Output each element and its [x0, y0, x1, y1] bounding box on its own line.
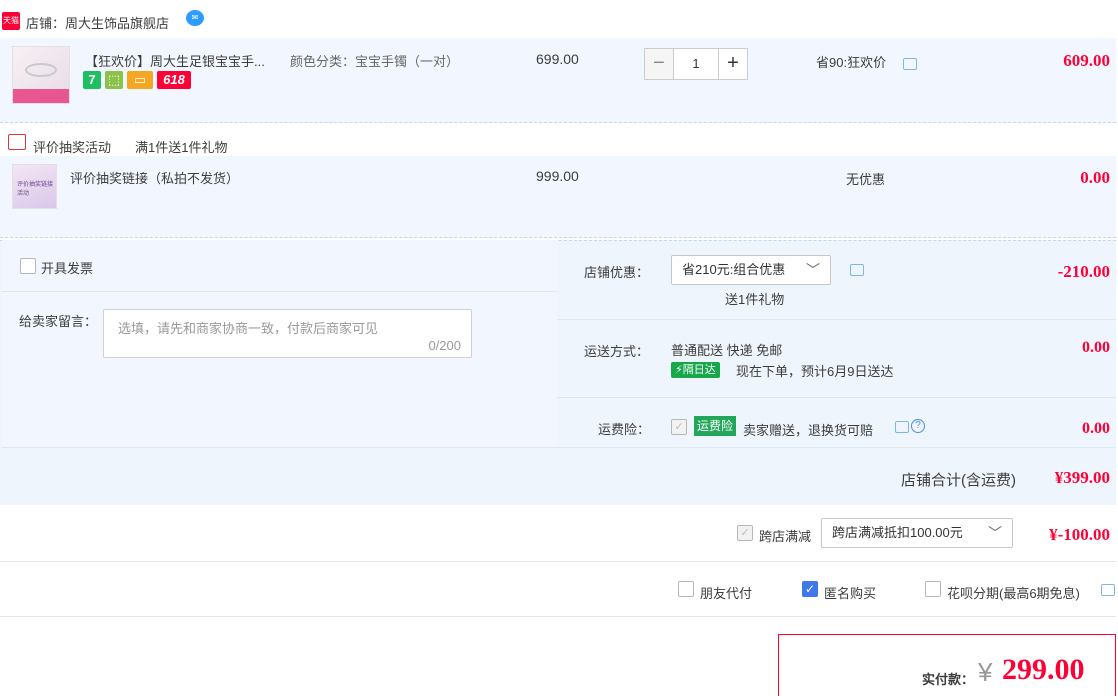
- unit-price: 699.00: [536, 51, 579, 67]
- insurance-badge: 运费险: [694, 416, 737, 436]
- divider: [557, 397, 1116, 398]
- insurance-info-icon[interactable]: [895, 421, 909, 433]
- next-day-badge: ⚡隔日达: [671, 362, 720, 378]
- insurance-label: 运费险：: [598, 422, 651, 437]
- invoice-label: 开具发票: [41, 261, 94, 276]
- message-label: 给卖家留言：: [19, 314, 98, 329]
- cross-store-selected: 跨店满减抵扣100.00元: [832, 525, 963, 540]
- shop-discount-select[interactable]: 省210元:组合优惠 ﹀: [671, 255, 831, 285]
- quantity-stepper: − 1 +: [644, 48, 748, 80]
- discount-info-icon[interactable]: [850, 264, 864, 276]
- tmall-logo: 天猫: [2, 12, 20, 30]
- seven-day-return-icon: 7: [83, 71, 101, 89]
- currency-symbol: ¥: [978, 657, 993, 687]
- service-badges: 7 ⬚ ▭ 618: [83, 71, 191, 89]
- shop-name[interactable]: 店铺：周大生饰品旗舰店: [26, 13, 169, 32]
- chat-bubble-icon[interactable]: ✉: [186, 10, 204, 26]
- item-subtotal: 609.00: [1063, 51, 1110, 70]
- help-icon[interactable]: ?: [911, 419, 925, 433]
- increase-button[interactable]: +: [718, 48, 748, 80]
- divider: [2, 447, 1116, 448]
- cross-store-amount: ¥-100.00: [1049, 525, 1110, 544]
- gift-rule: 满1件送1件礼物: [135, 140, 228, 155]
- gift-activity-label: 评价抽奖活动: [33, 140, 112, 155]
- product-sku: 颜色分类：宝宝手镯（一对）: [290, 54, 460, 69]
- product-thumbnail[interactable]: [12, 46, 70, 104]
- shop-discount-selected: 省210元:组合优惠: [682, 262, 786, 277]
- lightning-icon: ⚡: [675, 364, 683, 376]
- product-title[interactable]: 【狂欢价】周大生足银宝宝手...: [85, 51, 265, 70]
- message-counter: 0/200: [428, 338, 461, 353]
- chevron-down-icon: ﹀: [806, 262, 820, 278]
- cross-store-checkbox: ✓: [737, 525, 753, 541]
- card-icon: ▭: [127, 71, 153, 89]
- guarantee-icon: ⬚: [105, 71, 123, 89]
- payment-amount: 299.00: [1002, 653, 1085, 686]
- thumbnail-caption: 评价抽奖链接活动: [17, 182, 54, 197]
- shipping-label: 运送方式：: [584, 344, 650, 359]
- unit-price: 999.00: [536, 168, 579, 184]
- shipping-eta: 现在下单，预计6月9日送达: [736, 364, 894, 379]
- divider: [0, 616, 1116, 617]
- discount-info-icon[interactable]: [903, 58, 917, 70]
- shop-total-label: 店铺合计(含运费): [901, 472, 1016, 489]
- divider: [0, 561, 1116, 562]
- anonymous-label: 匿名购买: [824, 586, 877, 601]
- invoice-checkbox[interactable]: [20, 258, 36, 274]
- insurance-amount: 0.00: [1082, 420, 1110, 437]
- huabei-label: 花呗分期(最高6期免息): [947, 586, 1080, 601]
- gift-icon: [8, 134, 26, 150]
- product-title[interactable]: 评价抽奖链接（私拍不发货）: [70, 168, 239, 187]
- cross-store-select[interactable]: 跨店满减抵扣100.00元 ﹀: [821, 518, 1013, 548]
- huabei-info-icon[interactable]: [1101, 584, 1115, 596]
- product-thumbnail[interactable]: 评价抽奖链接活动: [12, 164, 57, 209]
- friend-pay-checkbox[interactable]: [678, 581, 694, 597]
- promo-618-icon: 618: [157, 71, 191, 89]
- insurance-desc: 卖家赠送，退换货可赔: [743, 423, 874, 438]
- payment-label: 实付款：: [922, 672, 975, 687]
- shop-gift-text: 送1件礼物: [725, 292, 785, 307]
- shop-discount-label: 店铺优惠：: [584, 265, 650, 280]
- item-discount: 省90:狂欢价: [816, 55, 887, 70]
- message-textarea[interactable]: 选填，请先和商家协商一致，付款后商家可见 0/200: [103, 309, 472, 358]
- friend-pay-label: 朋友代付: [700, 586, 753, 601]
- shipping-method: 普通配送 快递 免邮: [671, 343, 783, 358]
- shop-discount-amount: -210.00: [1057, 262, 1110, 281]
- divider: [557, 319, 1116, 320]
- insurance-checkbox: ✓: [671, 419, 687, 435]
- message-placeholder: 选填，请先和商家协商一致，付款后商家可见: [118, 321, 379, 336]
- divider: [2, 291, 557, 292]
- shop-total-amount: ¥399.00: [1054, 468, 1110, 487]
- shipping-amount: 0.00: [1082, 339, 1110, 356]
- item-subtotal: 0.00: [1080, 168, 1110, 187]
- quantity-input[interactable]: 1: [674, 48, 718, 80]
- item-discount: 无优惠: [846, 172, 886, 187]
- chevron-down-icon: ﹀: [988, 525, 1002, 541]
- huabei-checkbox[interactable]: [925, 581, 941, 597]
- decrease-button[interactable]: −: [644, 48, 674, 80]
- cross-store-label: 跨店满减: [759, 529, 812, 544]
- anonymous-checkbox[interactable]: ✓: [802, 581, 818, 597]
